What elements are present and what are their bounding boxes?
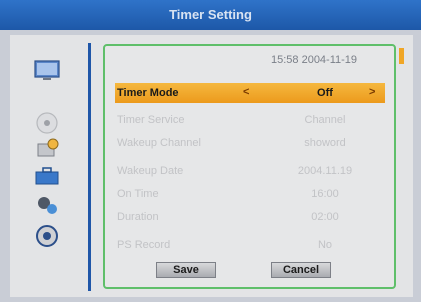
cancel-button[interactable]: Cancel bbox=[271, 262, 331, 278]
wakeup-channel-value: showord bbox=[304, 137, 346, 149]
row-timer-service[interactable]: Timer Service Channel bbox=[115, 110, 385, 130]
wakeup-channel-label: Wakeup Channel bbox=[117, 137, 201, 149]
row-ps-record[interactable]: PS Record No bbox=[115, 235, 385, 255]
duration-value: 02:00 bbox=[311, 211, 339, 223]
media-icon[interactable] bbox=[32, 192, 62, 218]
edge-marker bbox=[399, 48, 404, 64]
ps-record-label: PS Record bbox=[117, 239, 171, 251]
timer-mode-label: Timer Mode bbox=[117, 87, 179, 99]
timer-service-value: Channel bbox=[304, 114, 346, 126]
ps-record-value: No bbox=[317, 239, 333, 251]
window-title: Timer Setting bbox=[169, 7, 252, 22]
title-bar: Timer Setting bbox=[0, 0, 421, 30]
row-on-time[interactable]: On Time 16:00 bbox=[115, 184, 385, 204]
toolbox-icon[interactable] bbox=[32, 163, 62, 189]
save-button[interactable]: Save bbox=[156, 262, 216, 278]
settings-icon[interactable] bbox=[32, 223, 62, 249]
row-wakeup-channel[interactable]: Wakeup Channel showord bbox=[115, 133, 385, 153]
row-duration[interactable]: Duration 02:00 bbox=[115, 207, 385, 227]
wakeup-date-value: 2004.11.19 bbox=[297, 165, 353, 177]
row-timer-mode[interactable]: Timer Mode < Off > bbox=[115, 83, 385, 103]
right-arrow-icon[interactable]: > bbox=[369, 86, 375, 98]
clock-display: 15:58 2004-11-19 bbox=[271, 54, 358, 66]
wakeup-date-label: Wakeup Date bbox=[117, 165, 184, 177]
left-arrow-icon[interactable]: < bbox=[243, 86, 249, 98]
tv-icon[interactable] bbox=[32, 57, 62, 83]
sidebar-divider bbox=[88, 43, 91, 291]
tools-icon[interactable] bbox=[32, 135, 62, 161]
on-time-value: 16:00 bbox=[311, 188, 339, 200]
on-time-label: On Time bbox=[117, 188, 159, 200]
timer-mode-value: Off bbox=[317, 87, 333, 99]
row-wakeup-date[interactable]: Wakeup Date 2004.11.19 bbox=[115, 161, 385, 181]
duration-label: Duration bbox=[117, 211, 159, 223]
disc-icon[interactable] bbox=[32, 110, 62, 136]
timer-service-label: Timer Service bbox=[117, 114, 185, 126]
